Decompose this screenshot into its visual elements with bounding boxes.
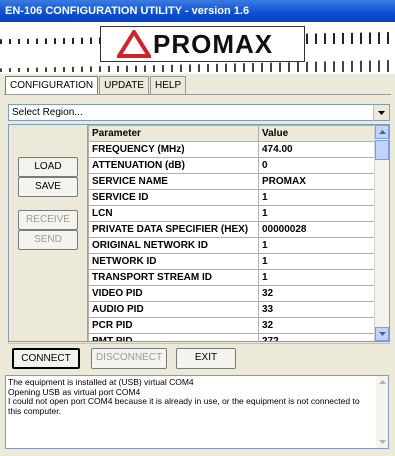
parameter-value[interactable]: 1 <box>258 269 377 286</box>
parameter-name: AUDIO PID <box>88 301 259 318</box>
table-row[interactable]: ATTENUATION (dB) 0 <box>88 157 377 174</box>
connect-button[interactable]: CONNECT <box>12 348 80 369</box>
parameter-name: PMT PID <box>88 333 259 341</box>
promax-banner: PROMAX <box>0 22 395 74</box>
parameter-value[interactable]: PROMAX <box>258 173 377 190</box>
parameter-name: VIDEO PID <box>88 285 259 302</box>
parameter-value[interactable]: 272 <box>258 333 377 341</box>
scroll-up-icon[interactable] <box>375 125 389 139</box>
table-row[interactable]: VIDEO PID 32 <box>88 285 377 302</box>
tab-help[interactable]: HELP <box>149 76 187 94</box>
receive-button[interactable]: RECEIVE <box>18 210 78 230</box>
parameter-name: FREQUENCY (MHz) <box>88 141 259 158</box>
tab-panel-border <box>4 94 391 95</box>
table-header-row: Parameter Value <box>88 125 377 142</box>
promax-logo: PROMAX <box>100 26 305 62</box>
table-row[interactable]: PMT PID 272 <box>88 333 377 341</box>
scroll-thumb[interactable] <box>375 140 389 160</box>
log-scroll-up-icon[interactable] <box>376 376 388 388</box>
parameter-value[interactable]: 474.00 <box>258 141 377 158</box>
parameter-value[interactable]: 00000028 <box>258 221 377 238</box>
app-window: EN-106 CONFIGURATION UTILITY - version 1… <box>0 0 395 456</box>
parameter-name: SERVICE ID <box>88 189 259 206</box>
scroll-down-icon[interactable] <box>375 327 389 341</box>
window-title: EN-106 CONFIGURATION UTILITY - version 1… <box>5 5 250 17</box>
parameter-value[interactable]: 1 <box>258 253 377 270</box>
parameter-name: NETWORK ID <box>88 253 259 270</box>
dropdown-arrow-icon[interactable] <box>373 105 389 120</box>
parameter-name: ATTENUATION (dB) <box>88 157 259 174</box>
table-row[interactable]: SERVICE NAME PROMAX <box>88 173 377 190</box>
table-row[interactable]: PRIVATE DATA SPECIFIER (HEX) 00000028 <box>88 221 377 238</box>
exit-button[interactable]: EXIT <box>176 348 236 369</box>
table-row[interactable]: PCR PID 32 <box>88 317 377 334</box>
table-row[interactable]: TRANSPORT STREAM ID 1 <box>88 269 377 286</box>
region-select[interactable]: Select Region... <box>8 104 390 121</box>
tab-update[interactable]: UPDATE <box>99 76 149 94</box>
parameter-value[interactable]: 1 <box>258 205 377 222</box>
separator <box>8 343 390 344</box>
parameter-name: TRANSPORT STREAM ID <box>88 269 259 286</box>
parameter-value[interactable]: 32 <box>258 317 377 334</box>
table-row[interactable]: FREQUENCY (MHz) 474.00 <box>88 141 377 158</box>
save-button[interactable]: SAVE <box>18 177 78 197</box>
load-button[interactable]: LOAD <box>18 157 78 177</box>
status-log[interactable]: The equipment is installed at (USB) virt… <box>5 375 389 449</box>
table-row[interactable]: LCN 1 <box>88 205 377 222</box>
column-header-value[interactable]: Value <box>258 125 377 142</box>
logo-triangle-icon <box>117 30 151 58</box>
log-line: I could not open port COM4 because it is… <box>8 396 360 416</box>
log-scrollbar[interactable] <box>376 376 388 448</box>
parameter-value[interactable]: 32 <box>258 285 377 302</box>
tab-configuration[interactable]: CONFIGURATION <box>5 76 99 94</box>
send-button[interactable]: SEND <box>18 230 78 250</box>
table-row[interactable]: SERVICE ID 1 <box>88 189 377 206</box>
parameter-name: SERVICE NAME <box>88 173 259 190</box>
parameter-value[interactable]: 1 <box>258 189 377 206</box>
parameter-value[interactable]: 0 <box>258 157 377 174</box>
title-bar[interactable]: EN-106 CONFIGURATION UTILITY - version 1… <box>0 0 395 22</box>
parameter-name: ORIGINAL NETWORK ID <box>88 237 259 254</box>
table-row[interactable]: AUDIO PID 33 <box>88 301 377 318</box>
parameter-name: PCR PID <box>88 317 259 334</box>
parameter-value[interactable]: 1 <box>258 237 377 254</box>
parameter-name: PRIVATE DATA SPECIFIER (HEX) <box>88 221 259 238</box>
parameter-value[interactable]: 33 <box>258 301 377 318</box>
table-row[interactable]: NETWORK ID 1 <box>88 253 377 270</box>
disconnect-button[interactable]: DISCONNECT <box>91 348 167 369</box>
parameter-table: Parameter Value FREQUENCY (MHz) 474.00 AT… <box>88 125 377 341</box>
log-scroll-down-icon[interactable] <box>376 436 388 448</box>
logo-text: PROMAX <box>153 28 274 59</box>
tab-bar: CONFIGURATION UPDATE HELP <box>5 76 187 94</box>
column-header-parameter[interactable]: Parameter <box>88 125 259 142</box>
parameter-name: LCN <box>88 205 259 222</box>
table-row[interactable]: ORIGINAL NETWORK ID 1 <box>88 237 377 254</box>
grid-vertical-scrollbar[interactable] <box>374 125 389 341</box>
region-select-value: Select Region... <box>12 107 83 118</box>
